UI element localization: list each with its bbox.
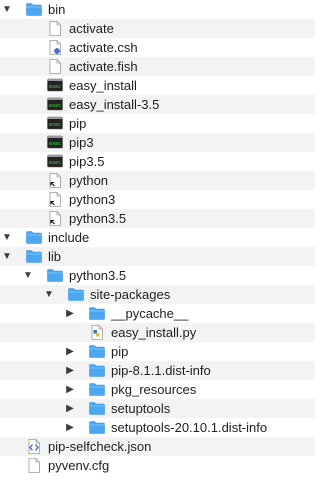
- folder-icon: [68, 287, 84, 302]
- tree-row[interactable]: ▶ setuptools: [0, 399, 315, 418]
- tree-row[interactable]: exec easy_install: [0, 76, 315, 95]
- tree-item-label: pip3.5: [69, 154, 105, 169]
- tree-row[interactable]: python: [0, 171, 315, 190]
- tree-item-label: site-packages: [90, 287, 171, 302]
- disclosure-collapsed-icon[interactable]: ▶: [64, 380, 76, 399]
- tree-item-label: pip-8.1.1.dist-info: [111, 363, 211, 378]
- tree-row[interactable]: ▼ bin: [0, 0, 315, 19]
- svg-text:exec: exec: [49, 160, 61, 166]
- tree-item-label: easy_install: [69, 78, 137, 93]
- tree-row[interactable]: ▶ pip-8.1.1.dist-info: [0, 361, 315, 380]
- document-icon: [26, 458, 42, 473]
- svg-text:exec: exec: [49, 141, 61, 147]
- tree-row[interactable]: ▶ pip: [0, 342, 315, 361]
- tree-row[interactable]: activate: [0, 19, 315, 38]
- folder-icon: [47, 268, 63, 283]
- terminal-exec-icon: exec: [47, 97, 63, 112]
- folder-icon: [89, 363, 105, 378]
- alias-document-icon: [47, 173, 63, 188]
- tree-row[interactable]: exec pip: [0, 114, 315, 133]
- disclosure-expanded-icon[interactable]: ▼: [22, 266, 34, 285]
- tree-item-label: easy_install-3.5: [69, 97, 160, 112]
- document-icon: [47, 59, 63, 74]
- csh-script-icon: [47, 40, 63, 55]
- tree-item-label: bin: [48, 2, 66, 17]
- json-file-icon: [26, 439, 42, 454]
- folder-icon: [26, 230, 42, 245]
- tree-row[interactable]: activate.csh: [0, 38, 315, 57]
- tree-item-label: setuptools: [111, 401, 171, 416]
- tree-item-label: python3: [69, 192, 116, 207]
- terminal-exec-icon: exec: [47, 135, 63, 150]
- disclosure-collapsed-icon[interactable]: ▶: [64, 304, 76, 323]
- tree-item-label: include: [48, 230, 90, 245]
- tree-row[interactable]: ▼ lib: [0, 247, 315, 266]
- tree-row[interactable]: ▼ include: [0, 228, 315, 247]
- tree-row[interactable]: ▶ __pycache__: [0, 304, 315, 323]
- folder-icon: [89, 401, 105, 416]
- tree-row[interactable]: exec pip3.5: [0, 152, 315, 171]
- document-icon: [47, 21, 63, 36]
- tree-row[interactable]: ▶ pkg_resources: [0, 380, 315, 399]
- disclosure-expanded-icon[interactable]: ▼: [1, 0, 13, 19]
- disclosure-expanded-icon[interactable]: ▼: [1, 228, 13, 247]
- folder-icon: [89, 344, 105, 359]
- tree-item-label: __pycache__: [111, 306, 189, 321]
- disclosure-collapsed-icon[interactable]: ▶: [64, 399, 76, 418]
- tree-item-label: activate: [69, 21, 114, 36]
- folder-icon: [26, 2, 42, 17]
- disclosure-collapsed-icon[interactable]: ▶: [64, 342, 76, 361]
- folder-icon: [89, 382, 105, 397]
- file-tree: ▼ bin activate activate.csh activate.fish exe…: [0, 0, 315, 475]
- svg-text:exec: exec: [49, 103, 61, 109]
- tree-item-label: lib: [48, 249, 62, 264]
- tree-item-label: pip3: [69, 135, 94, 150]
- tree-row[interactable]: python3: [0, 190, 315, 209]
- terminal-exec-icon: exec: [47, 78, 63, 93]
- disclosure-collapsed-icon[interactable]: ▶: [64, 361, 76, 380]
- tree-item-label: python3.5: [69, 211, 127, 226]
- tree-row[interactable]: exec easy_install-3.5: [0, 95, 315, 114]
- tree-item-label: pip: [69, 116, 87, 131]
- disclosure-expanded-icon[interactable]: ▼: [1, 247, 13, 266]
- folder-icon: [89, 420, 105, 435]
- tree-row[interactable]: easy_install.py: [0, 323, 315, 342]
- alias-document-icon: [47, 192, 63, 207]
- tree-item-label: python3.5: [69, 268, 127, 283]
- tree-row[interactable]: python3.5: [0, 209, 315, 228]
- terminal-exec-icon: exec: [47, 154, 63, 169]
- tree-row[interactable]: ▼ site-packages: [0, 285, 315, 304]
- folder-icon: [89, 306, 105, 321]
- tree-item-label: pip: [111, 344, 129, 359]
- tree-item-label: activate.csh: [69, 40, 138, 55]
- tree-row[interactable]: exec pip3: [0, 133, 315, 152]
- folder-icon: [26, 249, 42, 264]
- python-file-icon: [89, 325, 105, 340]
- alias-document-icon: [47, 211, 63, 226]
- terminal-exec-icon: exec: [47, 116, 63, 131]
- tree-row[interactable]: pyvenv.cfg: [0, 456, 315, 475]
- tree-item-label: easy_install.py: [111, 325, 197, 340]
- tree-item-label: pyvenv.cfg: [48, 458, 110, 473]
- tree-item-label: pkg_resources: [111, 382, 197, 397]
- tree-row[interactable]: ▼ python3.5: [0, 266, 315, 285]
- tree-row[interactable]: activate.fish: [0, 57, 315, 76]
- tree-row[interactable]: ▶ setuptools-20.10.1.dist-info: [0, 418, 315, 437]
- tree-row[interactable]: pip-selfcheck.json: [0, 437, 315, 456]
- tree-item-label: setuptools-20.10.1.dist-info: [111, 420, 268, 435]
- tree-item-label: python: [69, 173, 109, 188]
- disclosure-expanded-icon[interactable]: ▼: [43, 285, 55, 304]
- disclosure-collapsed-icon[interactable]: ▶: [64, 418, 76, 437]
- svg-text:exec: exec: [49, 122, 61, 128]
- tree-item-label: pip-selfcheck.json: [48, 439, 152, 454]
- tree-item-label: activate.fish: [69, 59, 138, 74]
- svg-text:exec: exec: [49, 84, 61, 90]
